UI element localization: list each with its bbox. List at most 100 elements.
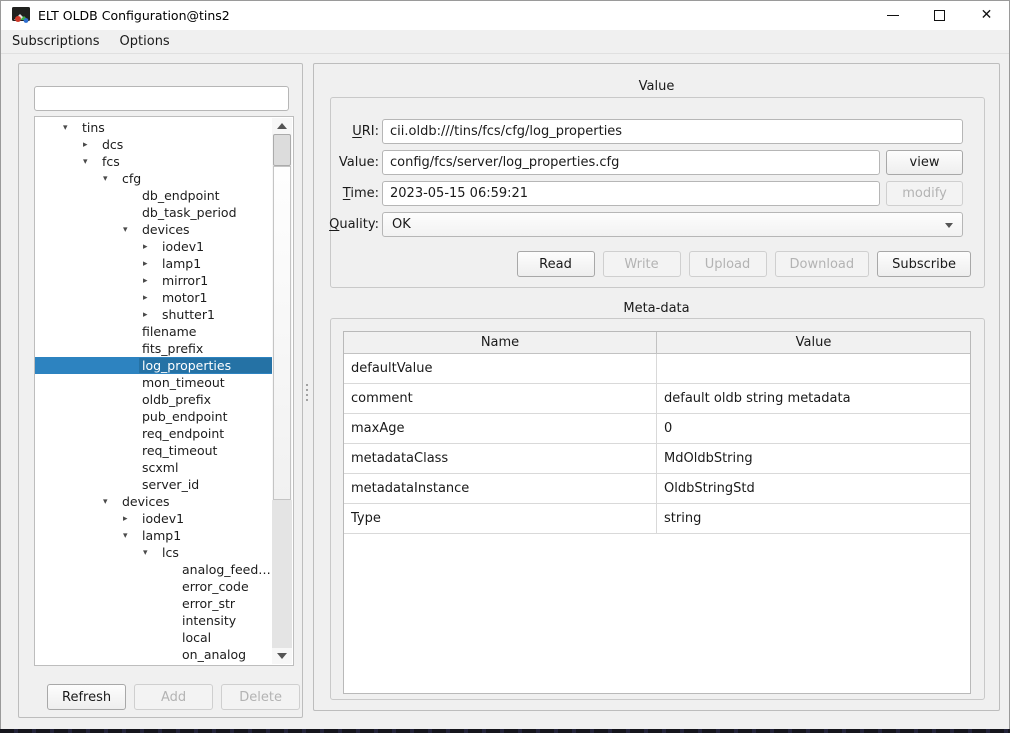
column-header-value[interactable]: Value xyxy=(657,332,970,353)
tree-node-label: fits_prefix xyxy=(139,341,206,356)
tree-node-label: lamp1 xyxy=(159,256,204,271)
table-row[interactable]: metadataClass MdOldbString xyxy=(344,444,970,474)
scroll-up-icon[interactable] xyxy=(272,118,292,134)
tree-scrollbar[interactable] xyxy=(272,118,292,664)
tree-node[interactable]: ▸ shutter1 xyxy=(35,306,272,323)
tree-expander-icon[interactable]: ▸ xyxy=(143,259,159,269)
quality-combobox[interactable]: OK xyxy=(382,212,963,237)
value-field[interactable] xyxy=(382,150,880,175)
table-row[interactable]: comment default oldb string metadata xyxy=(344,384,970,414)
tree-expander-icon[interactable]: ▸ xyxy=(83,140,99,150)
chevron-down-icon xyxy=(945,223,953,228)
tree-node[interactable]: ▾ devices xyxy=(35,493,272,510)
minimize-icon xyxy=(887,15,899,16)
tree-node-label: shutter1 xyxy=(159,307,218,322)
tree-node[interactable]: ▸ dcs xyxy=(35,136,272,153)
delete-button[interactable]: Delete xyxy=(221,684,300,710)
tree-node[interactable]: analog_feed… xyxy=(35,561,272,578)
tree-expander-icon[interactable]: ▸ xyxy=(123,514,139,524)
tree-expander-icon[interactable]: ▾ xyxy=(143,548,159,558)
tree-node[interactable]: oldb_prefix xyxy=(35,391,272,408)
tree-expander-icon[interactable]: ▾ xyxy=(123,225,139,235)
value-group-title: Value xyxy=(314,79,999,94)
tree-node[interactable]: ▾ tins xyxy=(35,119,272,136)
tree-expander-icon[interactable]: ▾ xyxy=(103,497,119,507)
minimize-button[interactable] xyxy=(869,0,916,30)
scroll-down-icon[interactable] xyxy=(272,648,292,664)
maximize-button[interactable] xyxy=(916,0,963,30)
tree-node[interactable]: ▾ cfg xyxy=(35,170,272,187)
tree-expander-icon[interactable]: ▸ xyxy=(143,242,159,252)
tree-node[interactable]: ▾ devices xyxy=(35,221,272,238)
tree-node[interactable]: ▸ iodev1 xyxy=(35,510,272,527)
upload-button[interactable]: Upload xyxy=(689,251,767,277)
tree-node[interactable]: error_code xyxy=(35,578,272,595)
menu-options[interactable]: Options xyxy=(110,30,180,54)
cell-name: defaultValue xyxy=(344,354,657,383)
download-button[interactable]: Download xyxy=(775,251,870,277)
titlebar[interactable]: ELT OLDB Configuration@tins2 ✕ xyxy=(0,0,1010,30)
cell-name: metadataClass xyxy=(344,444,657,473)
tree-node-label: db_endpoint xyxy=(139,188,223,203)
tree-node[interactable]: ▸ lamp1 xyxy=(35,255,272,272)
table-row[interactable]: Type string xyxy=(344,504,970,534)
refresh-button[interactable]: Refresh xyxy=(47,684,126,710)
column-header-name[interactable]: Name xyxy=(344,332,657,353)
tree-node[interactable]: req_endpoint xyxy=(35,425,272,442)
table-row[interactable]: maxAge 0 xyxy=(344,414,970,444)
tree-node[interactable]: server_id xyxy=(35,476,272,493)
scrollbar-thumb[interactable] xyxy=(273,166,291,500)
uri-label: URI: xyxy=(322,119,379,144)
tree-node[interactable]: intensity xyxy=(35,612,272,629)
tree-node[interactable]: filename xyxy=(35,323,272,340)
tree-node[interactable]: ▸ iodev1 xyxy=(35,238,272,255)
tree-node[interactable]: mon_timeout xyxy=(35,374,272,391)
subscribe-button[interactable]: Subscribe xyxy=(877,251,971,277)
table-row[interactable]: defaultValue xyxy=(344,354,970,384)
tree-node[interactable]: on_digital xyxy=(35,663,272,666)
modify-button[interactable]: modify xyxy=(886,181,963,206)
tree-node[interactable]: db_task_period xyxy=(35,204,272,221)
tree-expander-icon[interactable]: ▸ xyxy=(143,310,159,320)
tree-node[interactable]: ▾ lcs xyxy=(35,544,272,561)
tree-node[interactable]: on_analog xyxy=(35,646,272,663)
tree-node-label: on_digital xyxy=(179,664,246,666)
panel-splitter-handle[interactable] xyxy=(305,384,309,406)
tree-node-label: intensity xyxy=(179,613,239,628)
menu-subscriptions[interactable]: Subscriptions xyxy=(2,30,110,54)
tree-expander-icon[interactable]: ▸ xyxy=(143,293,159,303)
tree-node[interactable]: db_endpoint xyxy=(35,187,272,204)
tree-node[interactable]: req_timeout xyxy=(35,442,272,459)
view-button[interactable]: view xyxy=(886,150,963,175)
tree-node[interactable]: ▸ mirror1 xyxy=(35,272,272,289)
close-button[interactable]: ✕ xyxy=(963,0,1010,30)
uri-field[interactable] xyxy=(382,119,963,144)
tree-node[interactable]: scxml xyxy=(35,459,272,476)
tree-expander-icon[interactable]: ▾ xyxy=(83,157,99,167)
tree-node[interactable]: error_str xyxy=(35,595,272,612)
tree-expander-icon[interactable]: ▸ xyxy=(143,276,159,286)
tree-node-label: tins xyxy=(79,120,108,135)
value-label: Value: xyxy=(322,150,379,175)
tree-node[interactable]: ▸ motor1 xyxy=(35,289,272,306)
tree-expander-icon[interactable]: ▾ xyxy=(103,174,119,184)
maximize-icon xyxy=(934,10,945,21)
tree-node-label: server_id xyxy=(139,477,202,492)
tree-node[interactable]: pub_endpoint xyxy=(35,408,272,425)
write-button[interactable]: Write xyxy=(603,251,681,277)
time-label: Time: xyxy=(322,181,379,206)
cell-value: OldbStringStd xyxy=(657,474,970,503)
time-field[interactable] xyxy=(382,181,880,206)
tree-node[interactable]: log_properties xyxy=(35,357,272,374)
tree-expander-icon[interactable]: ▾ xyxy=(63,123,79,133)
tree-node[interactable]: local xyxy=(35,629,272,646)
tree-filter-input[interactable] xyxy=(34,86,289,111)
read-button[interactable]: Read xyxy=(517,251,595,277)
tree-node[interactable]: ▾ fcs xyxy=(35,153,272,170)
table-row[interactable]: metadataInstance OldbStringStd xyxy=(344,474,970,504)
close-icon: ✕ xyxy=(981,8,993,22)
tree-node[interactable]: fits_prefix xyxy=(35,340,272,357)
tree-node[interactable]: ▾ lamp1 xyxy=(35,527,272,544)
tree-expander-icon[interactable]: ▾ xyxy=(123,531,139,541)
add-button[interactable]: Add xyxy=(134,684,213,710)
